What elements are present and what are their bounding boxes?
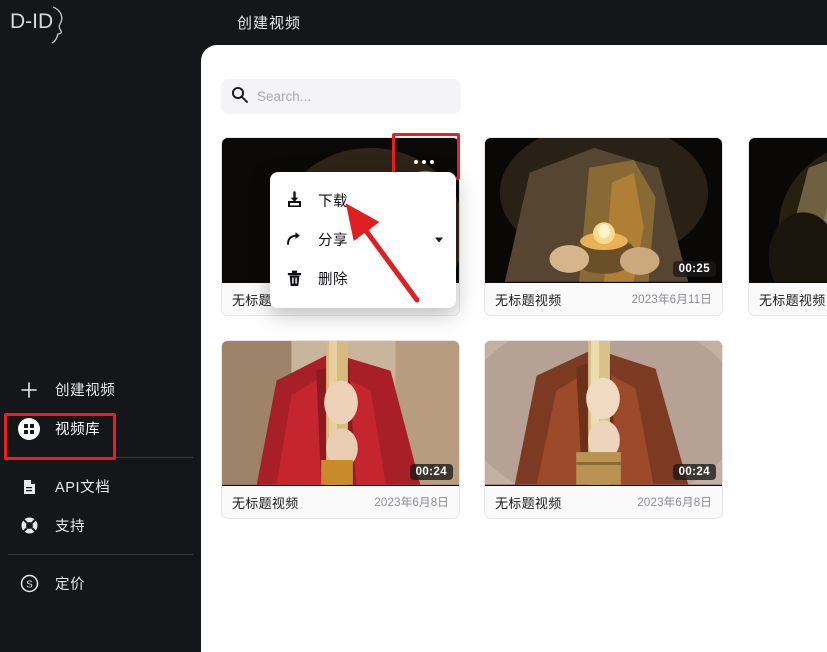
page-title: 创建视频 (237, 15, 302, 32)
video-card-footer: 无标题视频 2023年6月8日 (485, 486, 722, 518)
plus-icon (18, 379, 40, 401)
sidebar-item-label: API文档 (55, 480, 111, 496)
sidebar-item-api-docs[interactable]: API文档 (0, 467, 201, 506)
grid-icon (18, 417, 40, 440)
video-thumbnail[interactable]: 00:24 (485, 341, 722, 486)
sidebar-item-label: 支持 (55, 519, 86, 535)
sidebar-item-label: 视频库 (55, 422, 101, 438)
document-icon (18, 476, 40, 498)
d-id-logo[interactable]: D-ID (8, 2, 68, 46)
video-card-footer: 无标题视频 2023年6月8日 (222, 486, 459, 518)
video-title: 无标题视频 (495, 495, 562, 511)
svg-text:D-ID: D-ID (10, 10, 53, 33)
dollar-circle-icon: S (18, 573, 40, 595)
video-duration: 00:24 (409, 464, 453, 480)
video-card[interactable]: 00:24 无标题视频 2023年6月8日 (484, 340, 723, 519)
sidebar-item-create-video[interactable]: 创建视频 (0, 370, 201, 409)
menu-item-label: 分享 (318, 233, 348, 249)
video-title: 无标题 (232, 292, 272, 308)
sidebar-divider-1 (8, 457, 193, 458)
dot (414, 160, 418, 164)
menu-item-label: 删除 (318, 272, 348, 288)
sidebar-item-label: 创建视频 (55, 383, 116, 399)
video-date: 2023年6月8日 (374, 497, 449, 509)
content-panel: 无标题 (201, 45, 827, 652)
sidebar-item-video-library[interactable]: 视频库 (0, 409, 201, 448)
video-thumbnail[interactable]: 00:24 (222, 341, 459, 486)
download-menu-item[interactable]: 下载 (270, 181, 456, 220)
video-title: 无标题视频 (232, 495, 299, 511)
download-icon (284, 191, 304, 211)
search-icon (231, 86, 248, 108)
lifebuoy-icon (18, 515, 40, 537)
share-menu-item[interactable]: 分享 (270, 220, 456, 259)
delete-menu-item[interactable]: 删除 (270, 259, 456, 298)
chevron-down-icon[interactable] (435, 237, 443, 242)
svg-text:S: S (26, 579, 33, 590)
menu-item-label: 下载 (318, 194, 348, 210)
video-card[interactable]: 无标题视频 (748, 137, 827, 316)
main-area: 创建视频 Search... 无标题 00:25 无标题视频 2023年6月11… (201, 0, 827, 652)
search-bar[interactable] (221, 79, 461, 114)
video-title: 无标题视频 (759, 292, 826, 308)
topbar: 创建视频 (201, 0, 827, 45)
trash-icon (284, 269, 304, 289)
sidebar-nav: 创建视频 视频库 API文档 支持 S 定价 (0, 370, 201, 603)
sidebar-item-support[interactable]: 支持 (0, 506, 201, 545)
video-card[interactable]: 00:24 无标题视频 2023年6月8日 (221, 340, 460, 519)
video-card-partial-clip: 无标题视频 (748, 137, 827, 317)
sidebar-item-pricing[interactable]: S 定价 (0, 564, 201, 603)
video-card-footer: 无标题视频 (749, 283, 827, 315)
sidebar: D-ID 创建视频 视频库 API文档 支持 S 定价 (0, 0, 201, 652)
video-title: 无标题视频 (495, 292, 562, 308)
search-input[interactable] (257, 89, 451, 104)
sidebar-item-label: 定价 (55, 577, 86, 593)
sidebar-divider-2 (8, 554, 193, 555)
dot (430, 160, 434, 164)
video-card-footer: 无标题视频 2023年6月11日 (485, 283, 722, 315)
video-duration: 00:25 (672, 261, 716, 277)
app-root: D-ID 创建视频 视频库 API文档 支持 S 定价 创建视频 Search.… (0, 0, 827, 652)
video-thumbnail[interactable] (749, 138, 827, 283)
video-duration: 00:24 (672, 464, 716, 480)
card-context-menu: 下载 分享 删除 (270, 172, 456, 308)
video-date: 2023年6月11日 (631, 294, 712, 306)
video-thumbnail[interactable]: 00:25 (485, 138, 722, 283)
share-icon (284, 230, 304, 250)
video-card[interactable]: 00:25 无标题视频 2023年6月11日 (484, 137, 723, 316)
video-date: 2023年6月8日 (637, 497, 712, 509)
dot (422, 160, 426, 164)
